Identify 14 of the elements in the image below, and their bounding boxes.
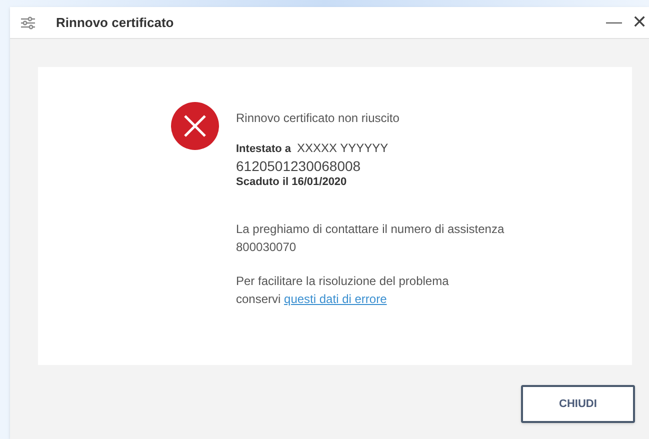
sliders-icon — [20, 16, 36, 30]
phone-number: 800030070 — [236, 239, 298, 256]
assistance-text: La preghiamo di contattare il numero di assistenza — [236, 221, 506, 238]
holder-name: XXXXX YYYYYY — [297, 140, 388, 157]
error-icon — [170, 101, 220, 151]
expiry-date: Scaduto il 16/01/2020 — [236, 174, 348, 190]
help-text: Per facilitare la risoluzione del problema conservi questi dati di errore — [236, 273, 450, 308]
window-title: Rinnovo certificato — [56, 14, 174, 32]
close-dialog-button[interactable]: CHIUDI — [521, 385, 635, 423]
holder-label: Intestato a — [236, 142, 292, 157]
close-button[interactable]: ✕ — [628, 9, 649, 36]
minimize-button[interactable]: — — [600, 10, 628, 34]
serial-number: 6120501230068008 — [236, 158, 362, 174]
error-title: Rinnovo certificato non riuscito — [236, 110, 400, 127]
